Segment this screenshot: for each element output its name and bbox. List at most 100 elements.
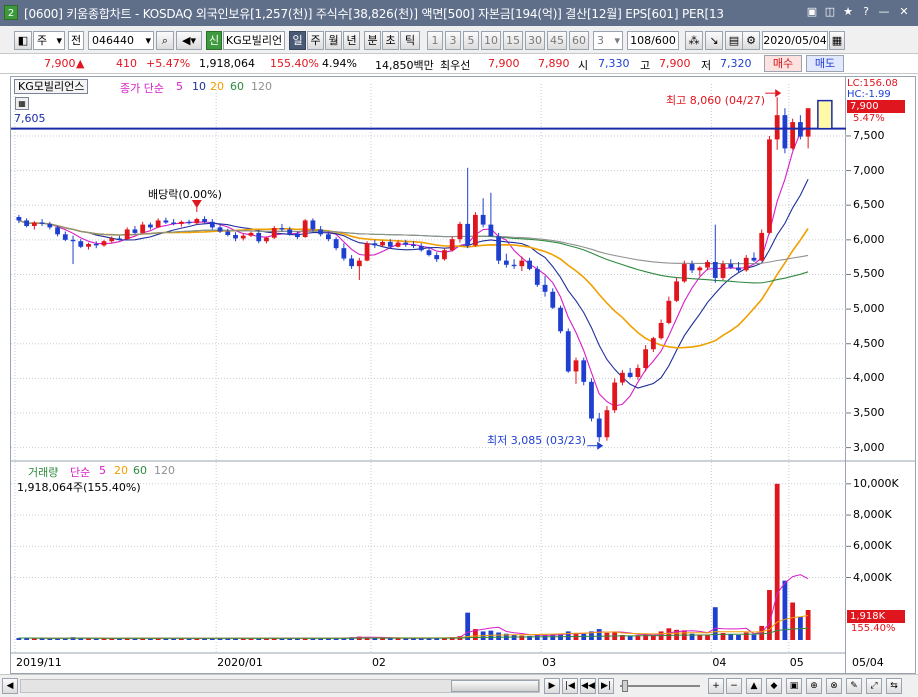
panel-grid-icon[interactable]: ▦ (15, 97, 29, 110)
price-tick-label: 3,500 (853, 405, 885, 419)
volume-bar (573, 634, 579, 640)
candle-body (55, 227, 60, 235)
candle-body (39, 222, 45, 224)
zoom-slider-handle[interactable] (622, 680, 628, 692)
candle-body (70, 239, 76, 242)
candle-body (155, 220, 161, 228)
candle-body (364, 243, 370, 261)
volume-series (16, 483, 811, 640)
price-ma-10: 10 (192, 80, 206, 93)
volume-tick-label: 6,000K (853, 539, 892, 553)
volume-bar (782, 580, 788, 640)
price-tick-label: 6,500 (853, 198, 885, 212)
low-marker-arrow (597, 441, 604, 450)
candle-body (194, 219, 200, 224)
candle-body (782, 115, 788, 149)
candle-body (24, 220, 30, 226)
volume-bar (395, 638, 401, 640)
volume-bar (736, 635, 741, 640)
candle-body (689, 264, 695, 271)
price-ma-20: 20 (210, 80, 224, 93)
scroll-left-icon[interactable]: ◀ (2, 678, 18, 694)
candle-body (225, 231, 231, 235)
candle-body (349, 258, 354, 267)
price-tick-label: 3,000 (853, 440, 885, 454)
candle-body (372, 243, 378, 246)
candle-body (411, 244, 416, 247)
candle-body (217, 227, 223, 232)
candle-body (310, 220, 316, 230)
candle-body (581, 360, 587, 382)
dividend-annotation: 배당락(0.00%) (148, 188, 222, 201)
prev-page-icon[interactable]: ◀◀ (580, 678, 596, 694)
chart-tool-icon-2[interactable]: ◆ (766, 678, 782, 694)
horizontal-line-label: 7,605 (14, 112, 46, 125)
price-tick-label: 4,000 (853, 371, 885, 385)
candle-body (264, 237, 269, 242)
candle-body (279, 228, 285, 230)
volume-bar (596, 629, 602, 640)
lc-label: LC:156.08 (847, 78, 898, 89)
candle-body (171, 222, 177, 224)
candle-body (403, 242, 409, 245)
chart-tool-icon-6[interactable]: ✎ (846, 678, 862, 694)
candle-body (93, 243, 99, 246)
price-legend-stock[interactable]: KG모빌리언스 (14, 79, 89, 94)
candle-body (86, 243, 91, 247)
volume-ma-20: 20 (114, 464, 128, 477)
candle-body (356, 260, 362, 267)
chart-tool-icon-1[interactable]: ▲ (746, 678, 762, 694)
chart-tool-icon-8[interactable]: ⇆ (886, 678, 902, 694)
zoom-in-icon[interactable]: + (708, 678, 724, 694)
volume-bar (712, 607, 718, 640)
candle-body (271, 228, 277, 238)
candle-body (101, 241, 107, 246)
candle-body (248, 232, 254, 236)
zoom-slider[interactable] (620, 680, 700, 692)
chart-grid (11, 84, 916, 654)
candle-body (318, 229, 324, 235)
chart-tool-icon-5[interactable]: ⊗ (826, 678, 842, 694)
volume-bar (86, 638, 91, 640)
candle-body (712, 261, 718, 278)
candle-body (387, 241, 393, 247)
scroll-track[interactable] (20, 679, 540, 693)
jump-first-icon[interactable]: |◀ (562, 678, 578, 694)
candle-body (465, 223, 471, 246)
candle-body (341, 248, 347, 259)
candle-body (395, 242, 401, 247)
candle-body (589, 381, 594, 419)
chart-tool-icon-4[interactable]: ⊕ (806, 678, 822, 694)
chart-tool-icon-3[interactable]: ▣ (786, 678, 802, 694)
candle-body (635, 367, 641, 377)
candle-body (240, 235, 246, 239)
candle-body (767, 139, 772, 233)
candle-body (109, 238, 115, 242)
candle-body (627, 372, 633, 377)
date-axis-label: 03 (542, 656, 557, 669)
bottom-scrollbar[interactable]: ◀ ▶ |◀ ◀◀ ▶| + − ▲ ◆ ▣ ⊕ ⊗ ✎ ⤢ ⇆ (0, 674, 918, 697)
candle-body (542, 284, 548, 292)
chart-tool-icon-7[interactable]: ⤢ (866, 678, 882, 694)
scroll-thumb[interactable] (451, 680, 539, 692)
price-tick-label: 7,000 (853, 163, 885, 177)
zoom-out-icon[interactable]: − (726, 678, 742, 694)
volume-bar (774, 483, 780, 640)
volume-ma-60: 60 (133, 464, 147, 477)
date-axis-label: 2020/01 (217, 656, 263, 669)
candle-body (658, 322, 664, 339)
candle-body (612, 382, 618, 411)
candle-body (805, 108, 811, 137)
scroll-right-icon[interactable]: ▶ (544, 678, 560, 694)
volume-tick-label: 10,000K (853, 476, 899, 490)
next-page-icon[interactable]: ▶| (598, 678, 614, 694)
current-candle-highlight (817, 99, 833, 130)
candle-body (503, 260, 509, 265)
candle-body (720, 264, 726, 278)
candle-body (650, 338, 656, 350)
price-ma-60: 60 (230, 80, 244, 93)
price-ma-120: 120 (251, 80, 272, 93)
candle-body (233, 234, 238, 239)
price-tick-label: 5,500 (853, 267, 885, 281)
candle-body (124, 229, 130, 240)
